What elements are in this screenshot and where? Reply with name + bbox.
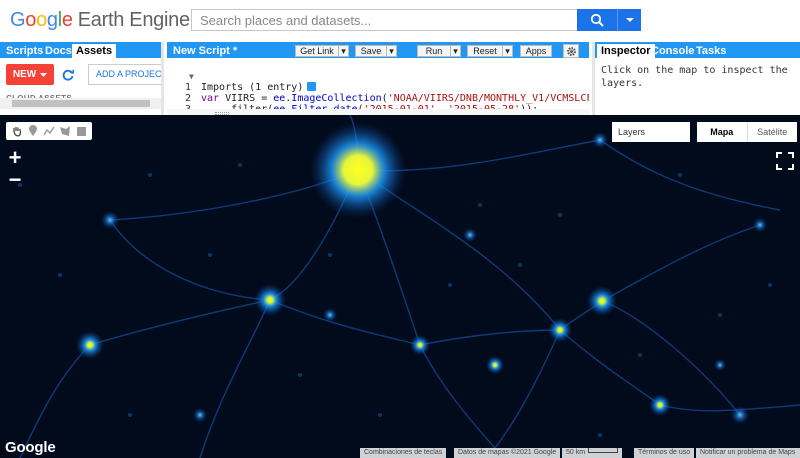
chevron-down-icon[interactable]: ▾ [502,46,512,56]
code-line-3[interactable]: 3 [167,93,589,115]
map-canvas[interactable]: + − Layers Mapa Satélite Google Combinac… [0,115,800,458]
zoom-out-button[interactable]: − [5,169,25,191]
nighttime-lights-layer [0,115,800,458]
polyline-icon[interactable] [42,124,56,138]
drawing-tools [6,122,92,140]
reset-button[interactable]: Reset ▾ [467,45,513,57]
report-map-issue-link[interactable]: Notificar un problema de Maps [696,448,800,458]
scale-indicator[interactable]: 50 km [562,448,623,458]
imports-line[interactable]: ▼ Imports (1 entry) [167,60,589,93]
scale-bar [588,448,619,453]
google-earth-engine-logo[interactable]: Google Earth Engine [10,9,190,32]
tab-docs[interactable]: Docs [41,44,76,58]
earth-engine-app: GoogleEarth Engine Scripts Docs Assets N… [0,0,800,458]
chevron-down-icon [625,18,634,22]
layers-control[interactable]: Layers [612,122,690,142]
polygon-icon[interactable] [58,124,72,138]
chevron-down-icon[interactable]: ▾ [450,46,460,56]
chevron-down-icon[interactable]: ▾ [338,46,348,56]
right-tabbar: Inspector Console Tasks [595,42,800,58]
google-watermark: Google [5,439,56,456]
search-button[interactable] [577,9,617,31]
keyboard-shortcuts-link[interactable]: Combinaciones de teclas [360,448,447,458]
search-icon [590,13,604,27]
apps-button[interactable]: Apps [520,45,552,57]
chevron-down-icon[interactable]: ▾ [386,46,396,56]
run-button[interactable]: Run ▾ [417,45,461,57]
save-button[interactable]: Save ▾ [355,45,397,57]
gear-icon [566,46,576,56]
terms-of-use-link[interactable]: Términos de uso [634,448,695,458]
inspector-hint: Click on the map to inspect the layers. [601,65,788,89]
left-tabbar: Scripts Docs Assets [0,42,161,58]
new-button[interactable]: NEW [6,64,54,85]
tab-tasks[interactable]: Tasks [692,44,730,58]
tab-inspector[interactable]: Inspector [597,44,655,58]
map-type-mapa[interactable]: Mapa [697,122,747,142]
code-line-2[interactable]: 2 .filter(ee.Filter.date('2015-01-01', '… [167,82,589,115]
map-type-satellite[interactable]: Satélite [746,122,798,142]
code-tabbar: New Script * Get Link ▾ Save ▾ Run ▾ Reset ▾… [167,42,589,58]
refresh-icon [62,69,75,81]
header: Google Earth Engine [0,0,800,42]
chevron-down-icon [40,72,48,77]
code-editor-panel: New Script * Get Link ▾ Save ▾ Run ▾ Reset ▾… [167,42,589,115]
scrollbar-thumb[interactable] [12,100,150,107]
add-project-button[interactable]: ADD A PROJECT [88,64,161,85]
map-type-control: Mapa Satélite [697,122,797,142]
zoom-in-button[interactable]: + [5,147,25,169]
horizontal-scrollbar[interactable] [0,98,161,109]
left-panel: Scripts Docs Assets NEW ADD A PROJECT CL… [0,42,164,115]
fullscreen-button[interactable] [775,151,795,171]
right-panel: Inspector Console Tasks Click on the map… [592,42,800,115]
refresh-button[interactable] [58,64,78,85]
settings-button[interactable] [563,44,579,58]
rectangle-icon[interactable] [74,124,88,138]
map-data-attribution: Datos de mapas ©2021 Google [454,448,561,458]
code-editor[interactable]: ▼ Imports (1 entry) 1 var VIIRS = ee.Ima… [167,58,589,115]
get-link-button[interactable]: Get Link ▾ [295,45,349,57]
search-dropdown-button[interactable] [617,9,641,31]
tab-assets[interactable]: Assets [72,44,117,58]
script-title: New Script * [173,45,238,57]
tab-console[interactable]: Console [647,44,698,58]
fullscreen-icon [776,152,794,170]
hand-pan-icon[interactable] [10,124,24,138]
search-input[interactable] [191,9,577,31]
code-line-1[interactable]: 1 var VIIRS = ee.ImageCollection('NOAA/V… [167,71,589,104]
new-label: NEW [12,69,37,80]
marker-icon[interactable] [26,124,40,138]
